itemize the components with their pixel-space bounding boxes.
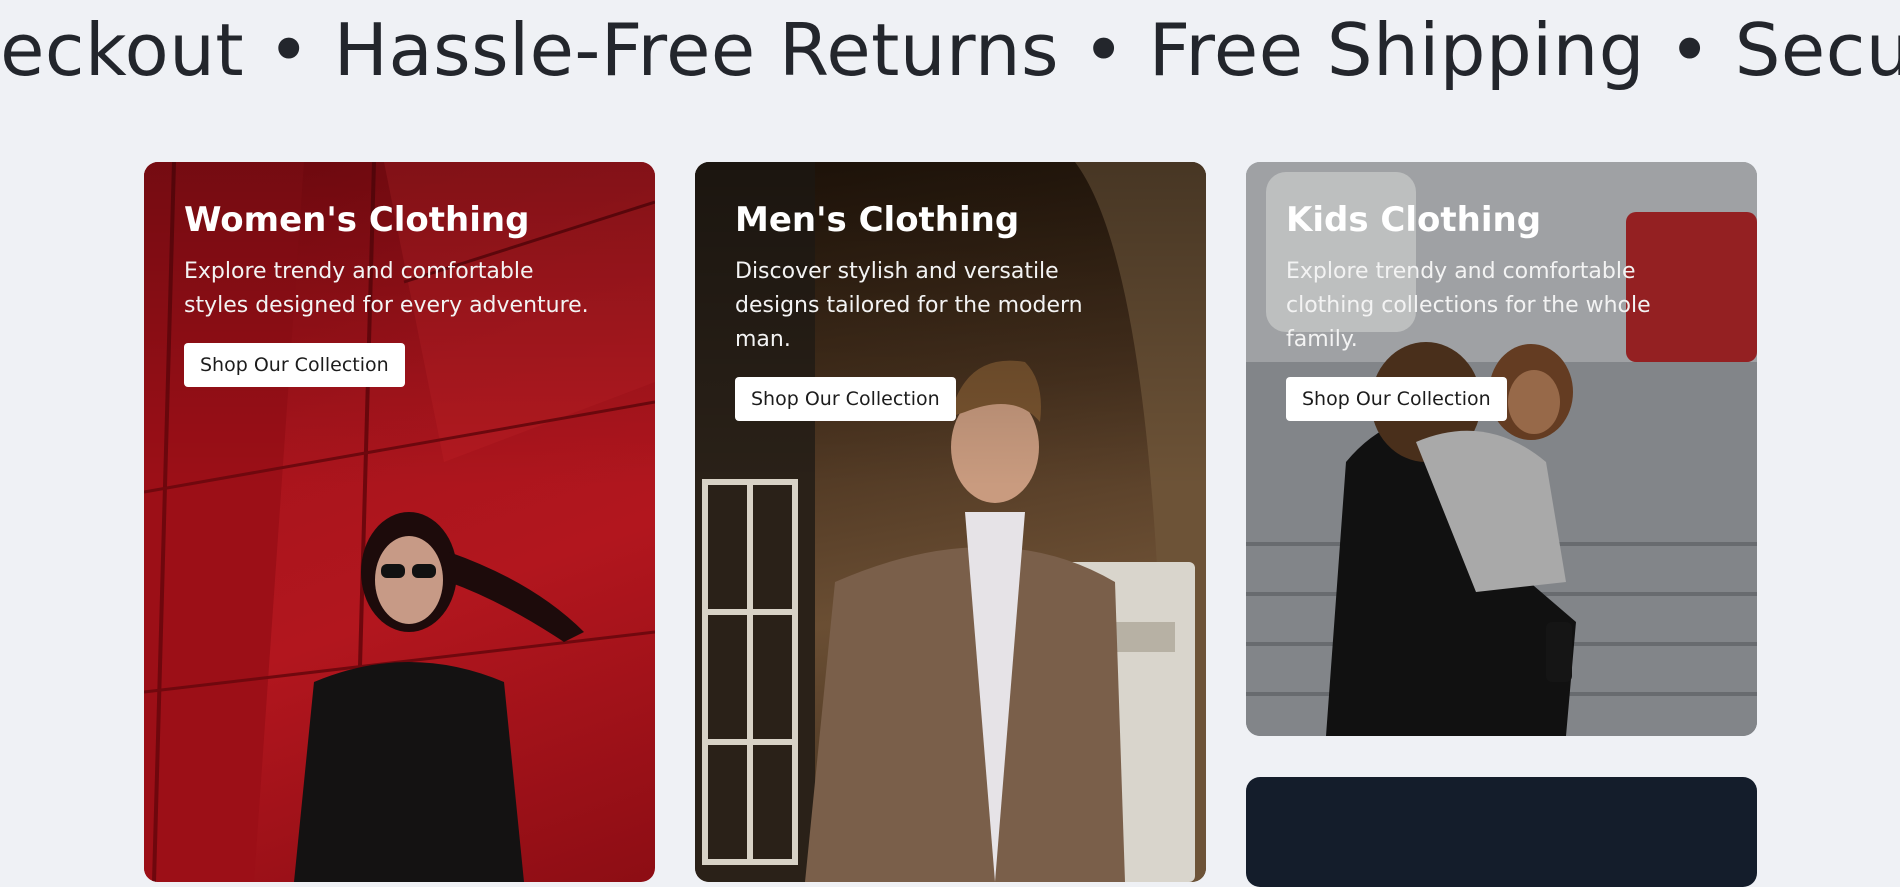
category-card-men[interactable]: Men's Clothing Discover stylish and vers…: [695, 162, 1206, 882]
card-description: Explore trendy and comfortable styles de…: [184, 258, 589, 318]
card-title: Women's Clothing: [184, 200, 530, 240]
card-description: Discover stylish and versatile designs t…: [735, 258, 1083, 352]
category-card-dark[interactable]: [1246, 777, 1757, 887]
category-card-women[interactable]: Women's Clothing Explore trendy and comf…: [144, 162, 655, 882]
shop-collection-button-women[interactable]: Shop Our Collection: [184, 342, 405, 387]
category-card-kids[interactable]: Kids Clothing Explore trendy and comfort…: [1246, 162, 1757, 736]
shop-collection-button-kids[interactable]: Shop Our Collection: [1286, 376, 1507, 421]
card-title: Kids Clothing: [1286, 200, 1542, 240]
card-title: Men's Clothing: [735, 200, 1020, 240]
marquee-text: heckout • Hassle-Free Returns • Free Shi…: [0, 8, 1900, 92]
announcement-marquee: heckout • Hassle-Free Returns • Free Shi…: [0, 0, 1900, 110]
card-description: Explore trendy and comfortable clothing …: [1286, 258, 1651, 352]
shop-collection-button-men[interactable]: Shop Our Collection: [735, 376, 956, 421]
